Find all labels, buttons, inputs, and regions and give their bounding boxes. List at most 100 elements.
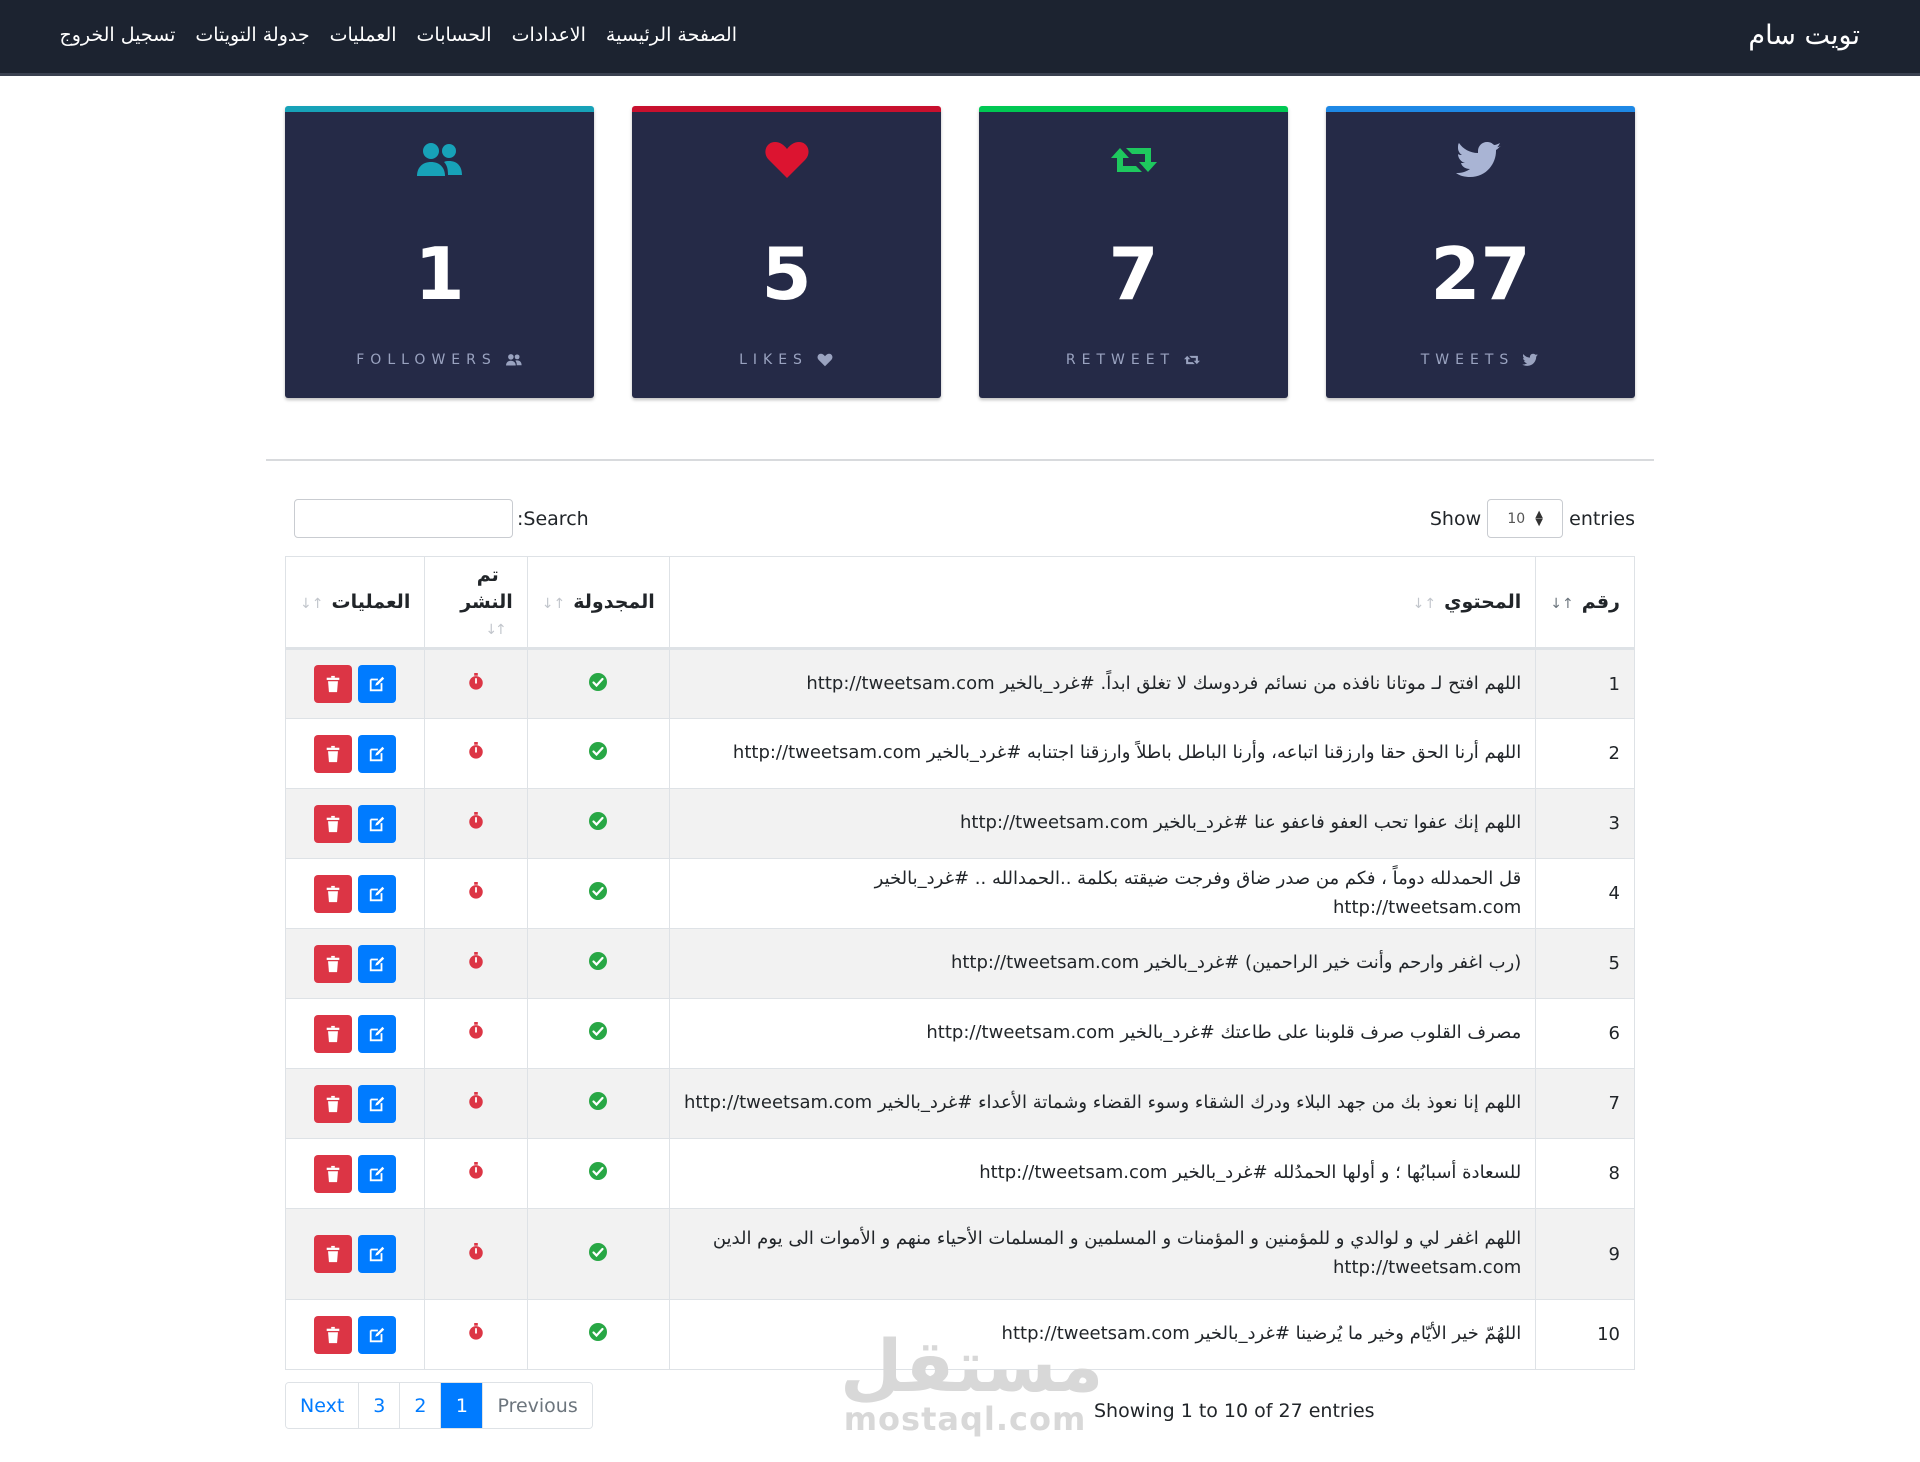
- scheduled-check-icon: [526, 788, 670, 859]
- search-label: :Search: [517, 507, 589, 530]
- edit-button[interactable]: [358, 734, 397, 773]
- retweet-label: RETWEET: [979, 352, 1288, 368]
- edit-button[interactable]: [358, 804, 397, 843]
- delete-button[interactable]: [314, 1014, 353, 1053]
- header-published[interactable]: تم النشر↑↓: [424, 556, 528, 650]
- delete-button[interactable]: [314, 1084, 353, 1123]
- table-row: 5 (رب اغفر وارحم وأنت خير الراحمين) #غرد_…: [284, 928, 1635, 999]
- row-content: قل الحمدلله دوماً ، فكم من صدر ضاق وفرجت…: [668, 858, 1537, 929]
- edit-button[interactable]: [358, 944, 397, 983]
- delete-button[interactable]: [314, 804, 353, 843]
- users-small-icon: [505, 354, 522, 366]
- page-length-select[interactable]: 10 ▲ ▼: [1487, 499, 1564, 538]
- heart-icon: [632, 140, 941, 184]
- edit-button[interactable]: [358, 1315, 397, 1354]
- edit-icon: [368, 815, 386, 833]
- pending-timer-icon: [424, 1299, 528, 1370]
- edit-icon: [368, 1245, 386, 1263]
- twitter-icon: [1326, 140, 1635, 184]
- nav-link-accounts[interactable]: الحسابات: [417, 24, 492, 46]
- edit-button[interactable]: [358, 1154, 397, 1193]
- page-1-button[interactable]: 1: [440, 1383, 483, 1428]
- row-operations: [284, 1299, 426, 1370]
- previous-button[interactable]: Previous: [482, 1383, 592, 1428]
- sort-icon: ↑↓: [541, 596, 568, 612]
- nav-link-settings[interactable]: الاعدادات: [512, 24, 586, 46]
- watermark: مستقل mostaql.com: [840, 1324, 1104, 1437]
- edit-icon: [368, 1165, 386, 1183]
- edit-icon: [368, 1095, 386, 1113]
- nav-link-home[interactable]: الصفحة الرئيسية: [606, 24, 737, 46]
- trash-icon: [324, 955, 342, 973]
- pending-timer-icon: [424, 1068, 528, 1139]
- row-content: اللهم افتح لـ موتانا نافذه من نسائم فردو…: [668, 648, 1537, 719]
- header-operations[interactable]: العمليات↑↓: [284, 556, 426, 650]
- trash-icon: [324, 1245, 342, 1263]
- row-num: 8: [1535, 1138, 1635, 1209]
- edit-icon: [368, 1326, 386, 1344]
- scheduled-check-icon: [526, 1208, 670, 1300]
- edit-button[interactable]: [358, 1014, 397, 1053]
- header-scheduled[interactable]: المجدولة↑↓: [526, 556, 670, 650]
- edit-button[interactable]: [358, 1235, 397, 1273]
- page-3-button[interactable]: 3: [358, 1383, 400, 1428]
- edit-button[interactable]: [358, 1084, 397, 1123]
- trash-icon: [324, 675, 342, 693]
- delete-button[interactable]: [314, 944, 353, 983]
- page-2-button[interactable]: 2: [399, 1383, 441, 1428]
- edit-button[interactable]: [358, 665, 397, 703]
- watermark-arabic: مستقل: [840, 1324, 1104, 1408]
- delete-button[interactable]: [314, 665, 353, 703]
- nav-link-logout[interactable]: تسجيل الخروج: [59, 24, 175, 46]
- delete-button[interactable]: [314, 1235, 353, 1273]
- edit-button[interactable]: [358, 874, 397, 913]
- table-row: 1 اللهم افتح لـ موتانا نافذه من نسائم فرد…: [284, 648, 1635, 719]
- twitter-small-icon: [1522, 353, 1539, 366]
- brand-title[interactable]: تويت سام: [1748, 20, 1860, 51]
- table-row: 8 للسعادة أسبابُها ؛ و أولها الحمدُلله #غ…: [284, 1138, 1635, 1209]
- tweets-label-text: TWEETS: [1420, 352, 1515, 368]
- delete-button[interactable]: [314, 734, 353, 773]
- delete-button[interactable]: [314, 874, 353, 913]
- next-button[interactable]: Next: [286, 1383, 359, 1428]
- retweet-label-text: RETWEET: [1065, 352, 1176, 368]
- row-content: اللهم أرنا الحق حقا وارزقنا اتباعه، وأرن…: [668, 718, 1537, 789]
- row-content: للسعادة أسبابُها ؛ و أولها الحمدُلله #غر…: [668, 1138, 1537, 1209]
- tweets-label: TWEETS: [1326, 352, 1635, 368]
- row-content: اللهم إنك عفوا تحب العفو فاعفو عنا #غرد_…: [668, 788, 1537, 859]
- row-num: 1: [1535, 648, 1635, 719]
- row-operations: [284, 1068, 426, 1139]
- edit-icon: [368, 1025, 386, 1043]
- retweet-small-icon: [1184, 355, 1201, 365]
- delete-button[interactable]: [314, 1315, 353, 1354]
- row-num: 2: [1535, 718, 1635, 789]
- nav-link-schedule[interactable]: جدولة التويتات: [195, 24, 309, 46]
- pending-timer-icon: [424, 858, 528, 929]
- table-row: 7 اللهم إنا نعوذ بك من جهد البلاء ودرك ال…: [284, 1068, 1635, 1139]
- header-num[interactable]: رقم↑↓: [1535, 556, 1635, 650]
- show-label: Show: [1429, 507, 1482, 530]
- table-row: 6 مصرف القلوب صرف قلوبنا على طاعتك #غرد_ب…: [284, 998, 1635, 1069]
- trash-icon: [324, 815, 342, 833]
- nav-links: الصفحة الرئيسية الاعدادات الحسابات العمل…: [59, 24, 737, 46]
- select-arrows-icon: ▲ ▼: [1535, 508, 1543, 528]
- scheduled-check-icon: [526, 998, 670, 1069]
- row-num: 5: [1535, 928, 1635, 999]
- sort-icon: ↑↓: [1550, 596, 1576, 612]
- followers-count: 1: [414, 232, 465, 316]
- page-length-value: 10: [1507, 510, 1526, 527]
- trash-icon: [324, 1025, 342, 1043]
- delete-button[interactable]: [314, 1154, 353, 1193]
- header-content[interactable]: المحتوي↑↓: [668, 556, 1537, 650]
- table-row: 9 اللهم اغفر لي و لوالدي و للمؤمنين و الم…: [284, 1208, 1635, 1300]
- scheduled-check-icon: [526, 1299, 670, 1370]
- followers-card: 1 FOLLOWERS: [285, 106, 594, 398]
- row-operations: [284, 998, 426, 1069]
- table-row: 3 اللهم إنك عفوا تحب العفو فاعفو عنا #غرد…: [284, 788, 1635, 859]
- trash-icon: [324, 885, 342, 903]
- nav-link-operations[interactable]: العمليات: [330, 24, 397, 46]
- search-input[interactable]: [294, 499, 513, 538]
- scheduled-check-icon: [526, 648, 670, 719]
- edit-icon: [368, 745, 386, 763]
- scheduled-check-icon: [526, 1138, 670, 1209]
